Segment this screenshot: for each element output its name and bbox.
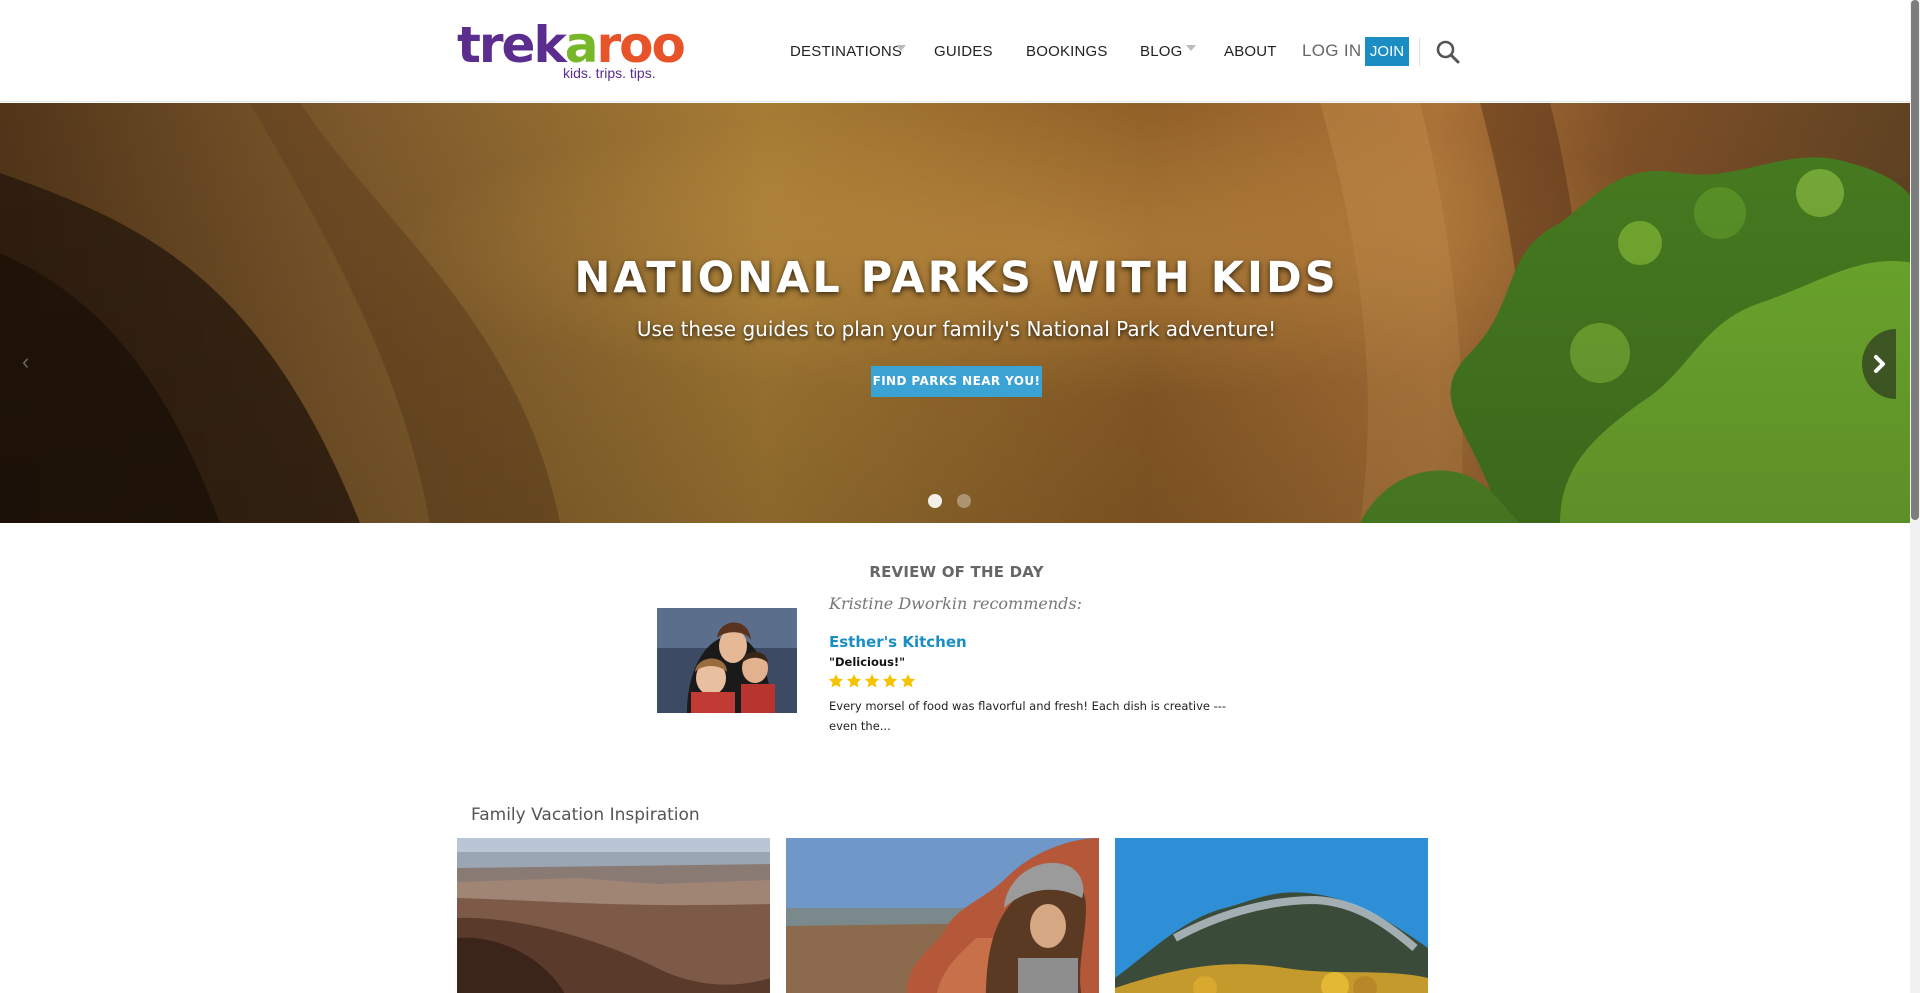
inspiration-heading: Family Vacation Inspiration bbox=[471, 805, 700, 825]
inspiration-card-red-rocks[interactable] bbox=[786, 838, 1099, 993]
hero-title: NATIONAL PARKS WITH KIDS bbox=[574, 253, 1339, 303]
hero-canyon-image bbox=[0, 103, 1913, 523]
carousel-dot[interactable] bbox=[957, 494, 971, 508]
join-button[interactable]: JOIN bbox=[1365, 37, 1409, 66]
star-icon bbox=[900, 674, 916, 688]
trekaroo-logo[interactable]: trekaroo kids. trips. tips. bbox=[457, 18, 686, 84]
reviewed-place-link[interactable]: Esther's Kitchen bbox=[829, 633, 967, 651]
star-icon bbox=[882, 674, 898, 688]
caret-down-icon bbox=[1186, 45, 1196, 51]
review-heading: REVIEW OF THE DAY bbox=[869, 563, 1044, 581]
logo-wordmark: trekaroo bbox=[457, 16, 686, 74]
find-parks-button[interactable]: FIND PARKS NEAR YOU! bbox=[871, 366, 1042, 397]
hero-subtitle: Use these guides to plan your family's N… bbox=[636, 317, 1277, 341]
nav-destinations[interactable]: DESTINATIONS bbox=[790, 43, 902, 60]
hero-carousel: NATIONAL PARKS WITH KIDS Use these guide… bbox=[0, 103, 1913, 523]
site-header: trekaroo kids. trips. tips. DESTINATIONS… bbox=[0, 0, 1910, 102]
nav-guides[interactable]: GUIDES bbox=[934, 43, 993, 60]
review-quote: "Delicious!" bbox=[829, 655, 906, 669]
recommender-name: Kristine Dworkin recommends: bbox=[829, 594, 1083, 613]
logo-tagline: kids. trips. tips. bbox=[563, 65, 656, 81]
inspiration-card-grand-canyon[interactable] bbox=[457, 838, 770, 993]
carousel-dot[interactable] bbox=[928, 494, 942, 508]
reviewer-photo[interactable] bbox=[657, 608, 797, 713]
login-link[interactable]: LOG IN bbox=[1302, 41, 1361, 61]
nav-bookings[interactable]: BOOKINGS bbox=[1026, 43, 1108, 60]
nav-about[interactable]: ABOUT bbox=[1224, 43, 1277, 60]
chevron-right-icon[interactable] bbox=[1862, 329, 1896, 399]
scrollbar-thumb[interactable] bbox=[1911, 0, 1919, 520]
inspiration-card-mountain[interactable] bbox=[1115, 838, 1428, 993]
nav-divider bbox=[1419, 38, 1420, 66]
star-icon bbox=[864, 674, 880, 688]
caret-down-icon bbox=[896, 45, 906, 51]
nav-blog[interactable]: BLOG bbox=[1140, 43, 1182, 60]
star-icon bbox=[828, 674, 844, 688]
search-icon[interactable] bbox=[1435, 39, 1461, 65]
star-icon bbox=[846, 674, 862, 688]
chevron-left-icon[interactable]: ‹ bbox=[22, 349, 42, 377]
review-excerpt: Every morsel of food was flavorful and f… bbox=[829, 699, 1227, 733]
